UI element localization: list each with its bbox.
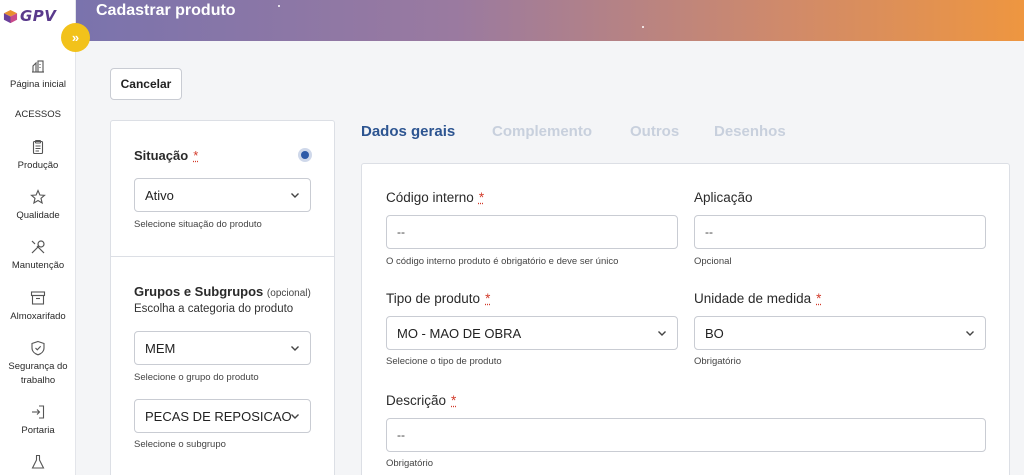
sidebar-section-acessos: ACESSOS [0, 109, 76, 120]
page-header: Cadastrar produto [76, 0, 1024, 41]
left-panel: Situação * Ativo Selecione situação do pr… [110, 120, 335, 475]
optional-tag: (opcional) [267, 288, 311, 299]
sidebar-item-portaria[interactable]: Portaria [0, 404, 76, 438]
unidade-medida-value: BO [705, 326, 724, 341]
home-chart-icon [30, 58, 46, 74]
tipo-produto-label: Tipo de produto * [386, 291, 490, 306]
sidebar-item-seguranca[interactable]: Segurança do trabalho [0, 340, 76, 388]
chevron-down-icon [290, 411, 300, 421]
sidebar-item-label: Produção [18, 160, 59, 171]
sidebar: GPV Página inicial ACESSOS Produção Qual… [0, 0, 76, 475]
required-mark: * [193, 148, 198, 163]
divider [111, 256, 334, 257]
chevron-down-icon [657, 328, 667, 338]
gpv-logo[interactable]: GPV [3, 5, 63, 27]
situacao-label: Situação * [134, 148, 198, 163]
sidebar-item-label: Qualidade [16, 210, 59, 221]
situacao-select[interactable]: Ativo [134, 178, 311, 212]
situacao-helper: Selecione situação do produto [134, 219, 262, 230]
sidebar-item-almoxarifado[interactable]: Almoxarifado [0, 290, 76, 324]
sidebar-item-lab[interactable] [0, 454, 76, 474]
tab-dados-gerais[interactable]: Dados gerais [361, 123, 455, 140]
aplicacao-input[interactable]: -- [694, 215, 986, 249]
tipo-produto-helper: Selecione o tipo de produto [386, 356, 502, 367]
required-mark: * [485, 291, 490, 306]
subgrupo-helper: Selecione o subgrupo [134, 439, 226, 450]
sidebar-item-producao[interactable]: Produção [0, 139, 76, 173]
tipo-produto-select[interactable]: MO - MAO DE OBRA [386, 316, 678, 350]
unidade-medida-label-text: Unidade de medida [694, 291, 811, 306]
chevron-down-icon [290, 190, 300, 200]
grupo-helper: Selecione o grupo do produto [134, 372, 259, 383]
status-indicator-icon [298, 148, 312, 162]
tab-desenhos[interactable]: Desenhos [714, 123, 786, 140]
required-mark: * [451, 393, 456, 408]
clipboard-icon [30, 139, 46, 155]
aplicacao-helper: Opcional [694, 256, 732, 267]
sidebar-expand-button[interactable]: » [61, 23, 90, 52]
door-enter-icon [30, 404, 46, 420]
archive-box-icon [30, 290, 46, 306]
required-mark: * [816, 291, 821, 306]
chevron-down-icon [290, 343, 300, 353]
chevron-down-icon [965, 328, 975, 338]
tipo-produto-label-text: Tipo de produto [386, 291, 480, 306]
codigo-interno-label: Código interno * [386, 190, 484, 205]
subgrupo-select[interactable]: PECAS DE REPOSICAO [134, 399, 311, 433]
star-icon [30, 189, 46, 205]
situacao-value: Ativo [145, 188, 174, 203]
descricao-label-text: Descrição [386, 393, 446, 408]
sidebar-item-manutencao[interactable]: Manutenção [0, 239, 76, 273]
logo-text: GPV [20, 7, 56, 25]
tools-icon [30, 239, 46, 255]
unidade-medida-helper: Obrigatório [694, 356, 741, 367]
required-mark: * [479, 190, 484, 205]
tab-outros[interactable]: Outros [630, 123, 679, 140]
aplicacao-label: Aplicação [694, 190, 753, 205]
grupos-title-text: Grupos e Subgrupos [134, 284, 263, 299]
sidebar-item-label: Almoxarifado [10, 311, 65, 322]
sidebar-item-label: Manutenção [12, 260, 64, 271]
subgrupo-value: PECAS DE REPOSICAO [145, 409, 292, 424]
logo-cube-icon [3, 9, 18, 24]
form-panel: Código interno * -- O código interno prod… [361, 163, 1010, 475]
sidebar-item-qualidade[interactable]: Qualidade [0, 189, 76, 223]
grupos-description: Escolha a categoria do produto [134, 303, 293, 315]
codigo-interno-label-text: Código interno [386, 190, 474, 205]
flask-icon [30, 454, 46, 470]
grupo-value: MEM [145, 341, 175, 356]
sidebar-item-label: Segurança do trabalho [8, 361, 67, 386]
double-chevron-right-icon: » [72, 30, 79, 45]
codigo-interno-helper: O código interno produto é obrigatório e… [386, 256, 618, 267]
unidade-medida-label: Unidade de medida * [694, 291, 821, 306]
descricao-input[interactable]: -- [386, 418, 986, 452]
codigo-interno-input[interactable]: -- [386, 215, 678, 249]
situacao-label-text: Situação [134, 148, 188, 163]
descricao-helper: Obrigatório [386, 458, 433, 469]
tab-complemento[interactable]: Complemento [492, 123, 592, 140]
header-sparkle [642, 26, 644, 28]
sidebar-item-label: Portaria [21, 425, 54, 436]
grupo-select[interactable]: MEM [134, 331, 311, 365]
cancel-button[interactable]: Cancelar [110, 68, 182, 100]
header-sparkle [278, 5, 280, 7]
tipo-produto-value: MO - MAO DE OBRA [397, 326, 521, 341]
grupos-title: Grupos e Subgrupos (opcional) [134, 284, 311, 299]
sidebar-item-pagina-inicial[interactable]: Página inicial [0, 58, 76, 92]
sidebar-item-label: Página inicial [10, 79, 66, 90]
page-title: Cadastrar produto [96, 2, 236, 20]
descricao-label: Descrição * [386, 393, 456, 408]
shield-check-icon [30, 340, 46, 356]
unidade-medida-select[interactable]: BO [694, 316, 986, 350]
